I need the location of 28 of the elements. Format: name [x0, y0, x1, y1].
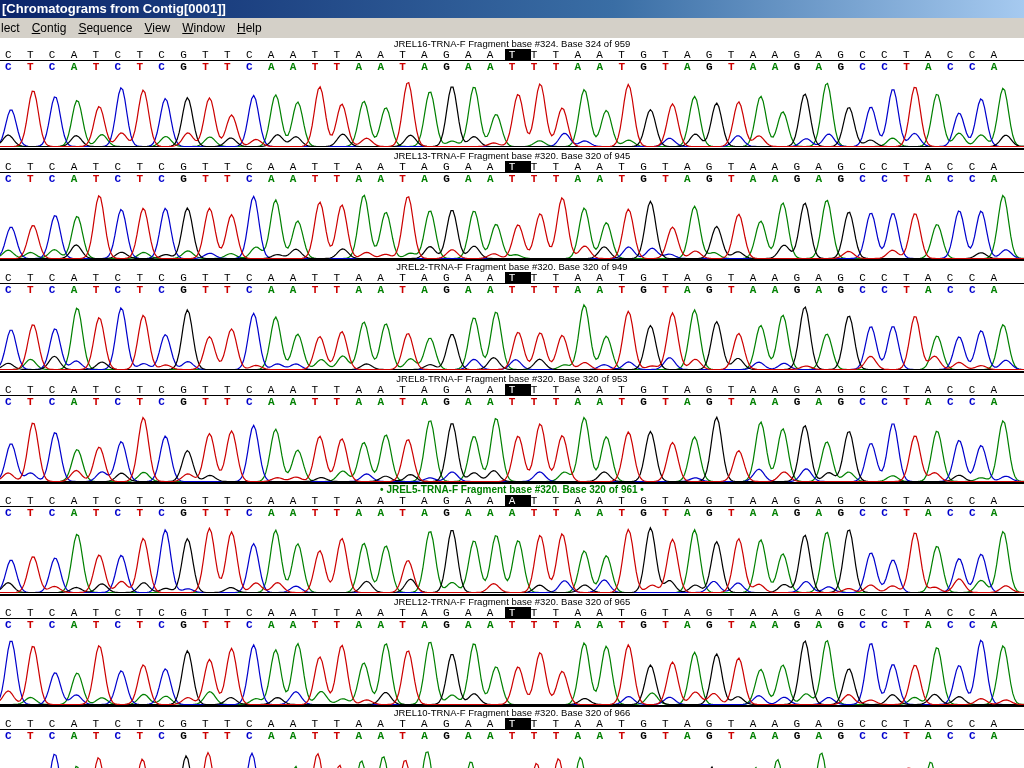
trace-header[interactable]: JREL13-TRNA-F Fragment base #320. Base 320 of 945 — [393, 149, 631, 161]
trace-header[interactable]: JREL12-TRNA-F Fragment base #320. Base 320 of 965 — [393, 595, 631, 607]
cursor-base[interactable]: T — [504, 160, 531, 173]
window-title: [Chromatograms from Contig[0001]] — [0, 0, 1024, 18]
consensus-sequence: CTCATCTCGTTCAATTAATAGAA A TTAATGTAGTAAGAGCCTACCA — [0, 495, 1024, 507]
consensus-sequence: CTCATCTCGTTCAATTAATAGAA T TTAATGTAGTAAGAGCCTACCA — [0, 272, 1024, 284]
cursor-base[interactable]: A — [504, 495, 531, 507]
menu-item[interactable]: View — [138, 21, 177, 35]
menu-item[interactable]: lect — [0, 21, 26, 35]
trace-header[interactable]: JREL16-TRNA-F Fragment base #324. Base 324 of 959 — [393, 38, 631, 49]
consensus-sequence: CTCATCTCGTTCAATTAATAGAA T TTAATGTAGTAAGAGCCTACCA — [0, 383, 1024, 396]
menu-item[interactable]: Window — [176, 21, 231, 35]
menu-item[interactable]: Sequence — [72, 21, 139, 35]
cursor-base[interactable]: T — [504, 49, 531, 61]
consensus-sequence: CTCATCTCGTTCAATTAATAGAA T TTAATGTAGTAAGAGCCTACCA — [0, 718, 1024, 730]
consensus-sequence: CTCATCTCGTTCAATTAATAGAA T TTAATGTAGTAAGAGCCTACCA — [0, 160, 1024, 173]
cursor-base[interactable]: T — [504, 718, 531, 730]
cursor-base[interactable]: T — [504, 383, 531, 396]
cursor-base[interactable]: T — [504, 272, 531, 284]
trace-header[interactable]: JREL10-TRNA-F Fragment base #320. Base 320 of 966 — [393, 707, 631, 718]
consensus-sequence: CTCATCTCGTTCAATTAATAGAA T TTAATGTAGTAAGAGCCTACCA — [0, 606, 1024, 619]
menu-item[interactable]: Help — [230, 21, 268, 35]
menu-item[interactable]: Contig — [25, 21, 73, 35]
consensus-sequence: CTCATCTCGTTCAATTAATAGAA T TTAATGTAGTAAGAGCCTACCA — [0, 49, 1024, 61]
cursor-base[interactable]: T — [504, 606, 531, 619]
trace-header[interactable]: JREL2-TRNA-F Fragment base #320. Base 320 of 949 — [396, 261, 628, 272]
trace-header[interactable]: • JREL5-TRNA-F Fragment base #320. Base 320 of 961 • — [380, 484, 644, 495]
trace-header[interactable]: JREL8-TRNA-F Fragment base #320. Base 320 of 953 — [396, 372, 628, 384]
